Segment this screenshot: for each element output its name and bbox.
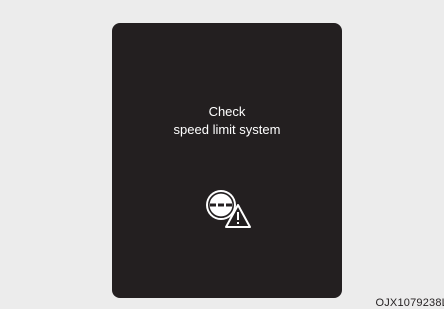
- dash-1: [210, 203, 216, 207]
- speed-limit-warning-icon: [206, 190, 251, 228]
- message-line-2: speed limit system: [173, 122, 281, 137]
- warning-message: Check speed limit system: [112, 103, 342, 139]
- image-code-label: OJX1079238L: [375, 297, 444, 309]
- message-line-1: Check: [208, 104, 246, 119]
- dash-2: [218, 203, 224, 207]
- exclamation-bar: [237, 212, 239, 220]
- dash-3: [226, 203, 232, 207]
- exclamation-dot: [237, 222, 239, 224]
- cluster-display-panel: Check speed limit system: [112, 23, 342, 298]
